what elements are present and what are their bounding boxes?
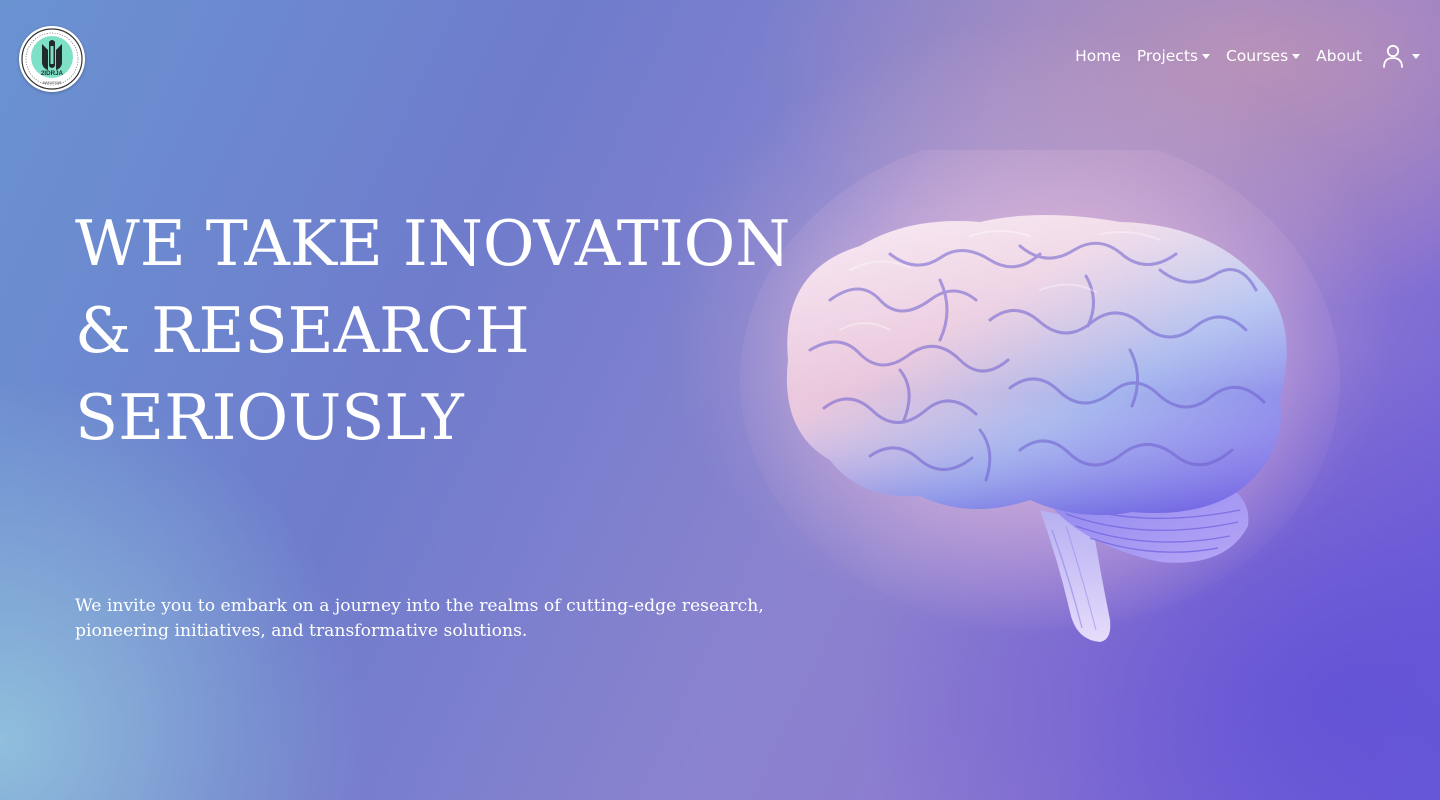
- crest-emblem-icon: 2IDRJA MAKASSAR: [21, 28, 83, 90]
- nav-courses-dropdown[interactable]: Courses: [1225, 47, 1301, 65]
- nav-projects-dropdown[interactable]: Projects: [1137, 47, 1210, 65]
- nav-courses-label: Courses: [1225, 47, 1289, 65]
- main-navigation: Home Projects Courses About: [1075, 38, 1420, 74]
- nav-projects-label: Projects: [1136, 47, 1198, 65]
- nav-home-label: Home: [1075, 47, 1121, 65]
- hero-title: WE TAKE INOVATION & RESEARCH SERIOUSLY: [75, 200, 855, 461]
- nav-about-link[interactable]: About: [1316, 47, 1362, 65]
- site-logo[interactable]: 2IDRJA MAKASSAR: [19, 26, 85, 92]
- user-menu-dropdown[interactable]: [1382, 44, 1420, 68]
- logo-text: 2IDRJA: [41, 70, 64, 77]
- caret-down-icon: [1201, 53, 1210, 59]
- hero-title-line: SERIOUSLY: [75, 381, 464, 454]
- hero-title-line: WE TAKE INOVATION: [75, 207, 791, 280]
- brain-icon: [740, 130, 1340, 642]
- nav-about-label: About: [1316, 47, 1362, 65]
- user-icon: [1383, 44, 1403, 68]
- hero-title-line: & RESEARCH: [75, 294, 530, 367]
- brain-illustration: [740, 130, 1340, 670]
- caret-down-icon: [1412, 53, 1420, 59]
- nav-home-link[interactable]: Home: [1075, 47, 1121, 65]
- caret-down-icon: [1292, 53, 1301, 59]
- logo-subtext: MAKASSAR: [43, 81, 62, 85]
